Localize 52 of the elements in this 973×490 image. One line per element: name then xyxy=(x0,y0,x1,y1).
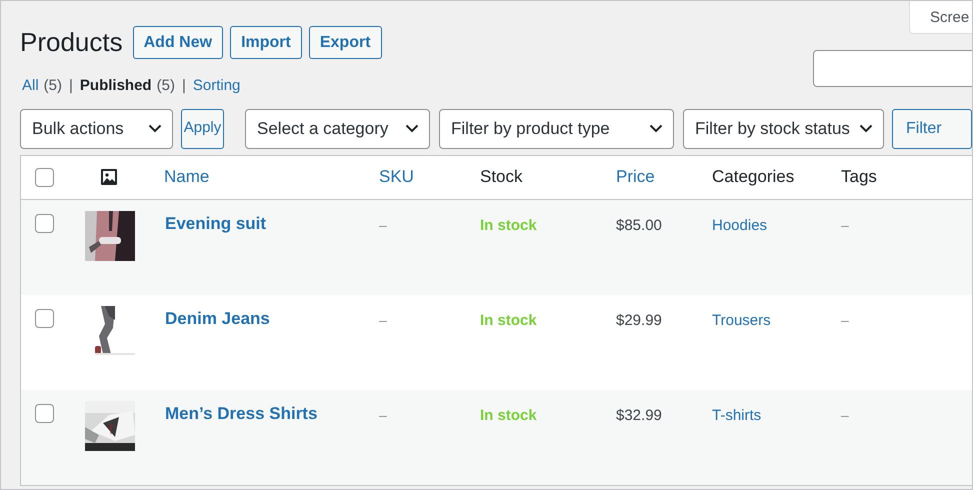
column-header: Stock xyxy=(480,167,523,186)
search-field[interactable] xyxy=(813,50,972,87)
view-link[interactable]: Published xyxy=(80,75,152,98)
checkbox[interactable] xyxy=(35,214,54,232)
header-button[interactable]: Import xyxy=(230,26,302,59)
table-cell: – xyxy=(841,216,849,232)
separator: | xyxy=(182,76,186,96)
table-cell: – xyxy=(841,406,849,422)
dropdown[interactable]: Select a category xyxy=(245,108,430,148)
separator: | xyxy=(69,76,73,96)
stock-status: In stock xyxy=(480,312,537,328)
header-button[interactable]: Add New xyxy=(132,26,224,59)
dropdown[interactable]: Bulk actions xyxy=(20,108,173,148)
column-header: Tags xyxy=(841,167,877,186)
checkbox[interactable] xyxy=(35,308,54,328)
table-cell: $85.00 xyxy=(616,216,662,234)
checkbox[interactable] xyxy=(35,168,54,186)
page-title: Products xyxy=(20,26,123,59)
screen-options-tab[interactable]: Scree xyxy=(909,1,972,34)
table-cell: $29.99 xyxy=(616,312,662,328)
chevron-down-icon xyxy=(148,124,162,133)
view-link[interactable]: Sorting xyxy=(192,75,240,98)
header-button[interactable]: Export xyxy=(308,26,382,59)
table-cell: – xyxy=(379,406,387,422)
chevron-down-icon xyxy=(649,124,663,133)
dropdown[interactable]: Filter by stock status xyxy=(683,108,884,148)
dropdown[interactable]: Filter by product type xyxy=(439,108,674,148)
table-cell: – xyxy=(379,312,387,328)
apply-button[interactable]: Apply xyxy=(181,108,224,148)
category-link[interactable]: Trousers xyxy=(712,312,771,328)
view-count: (5) xyxy=(44,76,62,96)
stock-status: In stock xyxy=(480,406,537,424)
column-header[interactable]: SKU xyxy=(379,167,414,186)
column-header[interactable]: Name xyxy=(164,167,210,186)
table-cell: – xyxy=(379,216,387,232)
product-name[interactable]: Men’s Dress Shirts xyxy=(165,404,318,422)
view-link[interactable]: All xyxy=(22,75,39,98)
column-header[interactable]: Price xyxy=(616,167,655,186)
column-header: Categories xyxy=(712,167,794,186)
chevron-down-icon xyxy=(859,124,873,133)
product-name[interactable]: Denim Jeans xyxy=(165,308,270,328)
chevron-down-icon xyxy=(405,124,419,133)
table-cell: $32.99 xyxy=(616,406,662,424)
category-link[interactable]: Hoodies xyxy=(712,216,768,234)
image-icon xyxy=(100,169,116,185)
stock-status: In stock xyxy=(480,216,537,234)
checkbox[interactable] xyxy=(35,404,54,422)
product-name[interactable]: Evening suit xyxy=(165,214,266,232)
category-link[interactable]: T-shirts xyxy=(712,406,762,424)
table-cell: – xyxy=(841,312,849,328)
view-count: (5) xyxy=(156,76,175,96)
filter-button[interactable]: Filter xyxy=(892,108,972,148)
